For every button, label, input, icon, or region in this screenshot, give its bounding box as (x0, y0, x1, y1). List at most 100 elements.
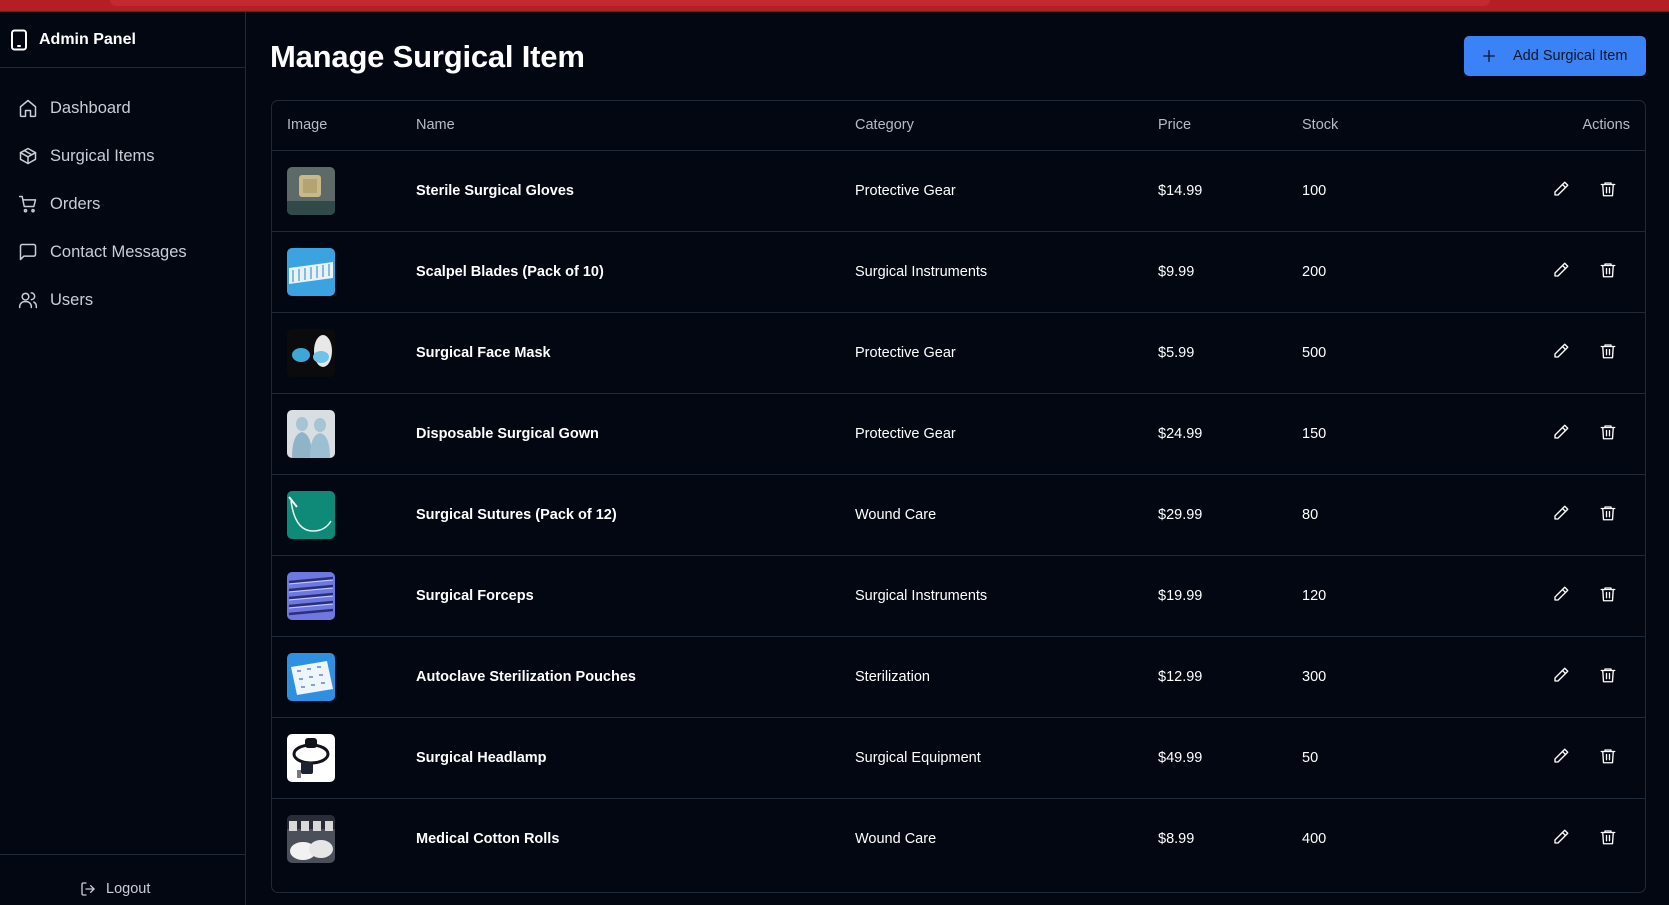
sidebar-item-label: Contact Messages (50, 242, 187, 261)
header-category: Category (855, 101, 1158, 151)
item-name: Surgical Face Mask (416, 344, 551, 361)
sidebar-item-label: Orders (50, 194, 101, 213)
table-row: Surgical Sutures (Pack of 12) Wound Care… (272, 474, 1645, 555)
table-row: Surgical Forceps Surgical Instruments $1… (272, 555, 1645, 636)
edit-icon[interactable] (1552, 747, 1570, 765)
delete-icon[interactable] (1599, 747, 1617, 765)
tablet-icon (11, 29, 27, 50)
sidebar-item-users[interactable]: Users (0, 276, 245, 324)
sidebar-item-surgical-items[interactable]: Surgical Items (0, 132, 245, 180)
edit-icon[interactable] (1552, 504, 1570, 522)
cotton-rolls-image (287, 814, 335, 863)
item-thumbnail (287, 814, 335, 863)
item-price: $49.99 (1158, 749, 1203, 766)
sidebar-item-label: Surgical Items (50, 146, 155, 165)
item-stock: 200 (1302, 263, 1327, 280)
item-thumbnail (287, 571, 335, 620)
item-category: Surgical Equipment (855, 749, 981, 766)
item-name: Surgical Sutures (Pack of 12) (416, 506, 617, 523)
item-stock: 150 (1302, 425, 1327, 442)
item-category: Sterilization (855, 668, 930, 685)
header-image: Image (272, 101, 416, 151)
logout-area: Logout (0, 854, 246, 905)
header-stock: Stock (1302, 101, 1502, 151)
delete-icon[interactable] (1599, 261, 1617, 279)
item-thumbnail (287, 247, 335, 296)
item-thumbnail (287, 409, 335, 458)
browser-top-bar (0, 0, 1669, 12)
delete-icon[interactable] (1599, 828, 1617, 846)
item-name: Sterile Surgical Gloves (416, 182, 574, 199)
sidebar-item-dashboard[interactable]: Dashboard (0, 84, 245, 132)
table-row: Medical Cotton Rolls Wound Care $8.99 40… (272, 798, 1645, 879)
item-price: $19.99 (1158, 587, 1203, 604)
edit-icon[interactable] (1552, 828, 1570, 846)
edit-icon[interactable] (1552, 261, 1570, 279)
table-row: Sterile Surgical Gloves Protective Gear … (272, 150, 1645, 231)
item-stock: 500 (1302, 344, 1327, 361)
top-bar-tab (110, 0, 1490, 6)
logout-button[interactable]: Logout (80, 881, 150, 897)
package-icon (19, 147, 37, 165)
item-stock: 300 (1302, 668, 1327, 685)
item-price: $9.99 (1158, 263, 1195, 280)
logout-label: Logout (106, 881, 151, 897)
sutures-image (287, 490, 335, 539)
item-thumbnail (287, 652, 335, 701)
delete-icon[interactable] (1599, 666, 1617, 684)
item-stock: 50 (1302, 749, 1319, 766)
delete-icon[interactable] (1599, 504, 1617, 522)
table-header-row: Image Name Category Price Stock Actions (272, 101, 1645, 151)
item-category: Surgical Instruments (855, 263, 988, 280)
add-button-label: Add Surgical Item (1513, 48, 1628, 64)
delete-icon[interactable] (1599, 180, 1617, 198)
item-stock: 80 (1302, 506, 1319, 523)
item-thumbnail (287, 490, 335, 539)
users-icon (18, 292, 38, 309)
edit-icon[interactable] (1552, 666, 1570, 684)
delete-icon[interactable] (1599, 585, 1617, 603)
table-row: Scalpel Blades (Pack of 10) Surgical Ins… (272, 231, 1645, 312)
brand: Admin Panel (0, 12, 245, 68)
sidebar-item-label: Dashboard (50, 98, 131, 117)
header-actions: Actions (1502, 101, 1645, 151)
logout-icon (81, 882, 95, 896)
gloves-image (287, 166, 335, 215)
home-icon (19, 99, 37, 118)
sidebar-item-label: Users (50, 290, 94, 309)
sidebar-item-contact-messages[interactable]: Contact Messages (0, 228, 245, 276)
item-category: Wound Care (855, 830, 937, 847)
sidebar-item-orders[interactable]: Orders (0, 180, 245, 228)
table-row: Surgical Headlamp Surgical Equipment $49… (272, 717, 1645, 798)
sterilization-pouches-image (287, 652, 335, 701)
item-category: Protective Gear (855, 182, 956, 199)
add-surgical-item-button[interactable]: Add Surgical Item (1464, 36, 1646, 76)
main-content: Manage Surgical Item Add Surgical Item I… (247, 12, 1669, 905)
delete-icon[interactable] (1599, 423, 1617, 441)
header-name: Name (416, 101, 855, 151)
face-mask-image (287, 328, 335, 377)
edit-icon[interactable] (1552, 180, 1570, 198)
table-row: Disposable Surgical Gown Protective Gear… (272, 393, 1645, 474)
sidebar-nav: Dashboard Surgical Items Orders Contact … (0, 68, 245, 324)
table-row: Surgical Face Mask Protective Gear $5.99… (272, 312, 1645, 393)
item-category: Protective Gear (855, 425, 956, 442)
edit-icon[interactable] (1552, 342, 1570, 360)
item-price: $5.99 (1158, 344, 1195, 361)
delete-icon[interactable] (1599, 342, 1617, 360)
item-name: Surgical Headlamp (416, 749, 547, 766)
item-category: Protective Gear (855, 344, 956, 361)
item-thumbnail (287, 733, 335, 782)
item-stock: 120 (1302, 587, 1327, 604)
item-thumbnail (287, 166, 335, 215)
item-stock: 400 (1302, 830, 1327, 847)
plus-icon (1483, 50, 1495, 62)
header-price: Price (1158, 101, 1302, 151)
item-price: $29.99 (1158, 506, 1203, 523)
item-name: Disposable Surgical Gown (416, 425, 599, 442)
edit-icon[interactable] (1552, 423, 1570, 441)
items-table: Image Name Category Price Stock Actions … (271, 100, 1646, 893)
item-name: Autoclave Sterilization Pouches (416, 668, 636, 685)
edit-icon[interactable] (1552, 585, 1570, 603)
item-price: $8.99 (1158, 830, 1195, 847)
